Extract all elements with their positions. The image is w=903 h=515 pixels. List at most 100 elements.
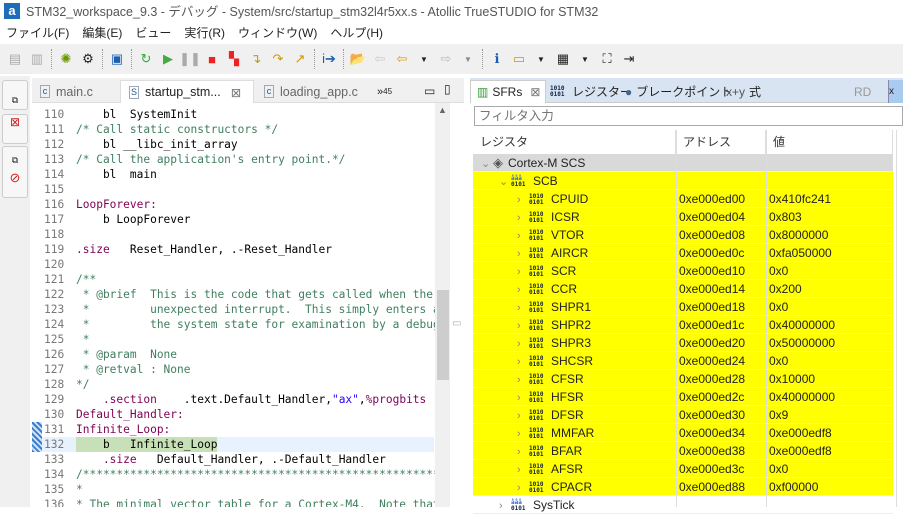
chevron-right-icon[interactable]: ›	[517, 227, 529, 245]
tab-other[interactable]: x	[888, 80, 903, 103]
save-icon[interactable]: ▤	[6, 50, 24, 68]
chevron-right-icon[interactable]: ›	[517, 281, 529, 299]
menu-item[interactable]: ウィンドウ(W)	[232, 24, 324, 41]
chevron-right-icon[interactable]: ›	[517, 407, 529, 425]
table-icon[interactable]: ▦	[554, 50, 572, 68]
instruction-step-icon[interactable]: i➔	[320, 50, 338, 68]
restore-icon[interactable]: ⧉	[3, 155, 27, 166]
close-icon[interactable]: ⊠	[231, 85, 241, 100]
step-return-icon[interactable]: ↗	[291, 50, 309, 68]
tree-row-register[interactable]: › 1010 0101 AFSR 0xe000ed3c 0x0	[473, 460, 893, 478]
filter-input[interactable]	[474, 106, 903, 126]
chevron-right-icon[interactable]: ›	[517, 389, 529, 407]
tree-row-group[interactable]: ⌄ ◈ Cortex-M SCS	[473, 154, 893, 172]
tab-startup-stm[interactable]: S startup_stm... ⊠	[120, 80, 254, 103]
editor-scroll-thumb[interactable]	[437, 290, 449, 380]
tab-registers[interactable]: 1010 0101 レジスター	[550, 80, 632, 103]
tree-row-subgroup[interactable]: ⌄ ååå 0101 SCB	[473, 172, 893, 190]
tree-row-register[interactable]: › 1010 0101 SHPR1 0xe000ed18 0x0	[473, 298, 893, 316]
tab-expressions[interactable]: x+y 式	[726, 80, 761, 103]
fault-analyzer-icon[interactable]: ⊘	[3, 170, 27, 186]
tree-row-register[interactable]: › 1010 0101 VTOR 0xe000ed08 0x8000000	[473, 226, 893, 244]
window-icon[interactable]: ▭	[510, 50, 528, 68]
chevron-down-icon[interactable]: ▼	[532, 50, 550, 68]
chevron-right-icon[interactable]: ›	[517, 335, 529, 353]
forward-icon[interactable]: ⇨	[437, 50, 455, 68]
chevron-down-icon[interactable]: ⌄	[481, 155, 493, 173]
chevron-down-icon[interactable]: ▼	[415, 50, 433, 68]
tab-loading-app-c[interactable]: c loading_app.c	[256, 80, 376, 103]
chevron-right-icon[interactable]: ›	[517, 461, 529, 479]
tab-rd[interactable]: RD	[854, 80, 871, 103]
tab-sfrs[interactable]: ▥ SFRs ⊠	[470, 80, 546, 103]
chevron-right-icon[interactable]: ›	[499, 497, 511, 515]
chevron-right-icon[interactable]: ›	[517, 245, 529, 263]
save-all-icon[interactable]: ▥	[28, 50, 46, 68]
chevron-right-icon[interactable]: ›	[517, 209, 529, 227]
tree-row-subgroup[interactable]: › ååå 0101 SysTick	[473, 496, 893, 514]
debug-icon[interactable]: ✺	[57, 50, 75, 68]
chevron-down-icon[interactable]: ▼	[459, 50, 477, 68]
back-disabled-icon[interactable]: ⇦	[371, 50, 389, 68]
chevron-right-icon[interactable]: ›	[517, 191, 529, 209]
tree-row-register[interactable]: › 1010 0101 CCR 0xe000ed14 0x200	[473, 280, 893, 298]
chevron-right-icon[interactable]: ›	[517, 353, 529, 371]
terminate-relaunch-icon[interactable]: ▚	[225, 50, 243, 68]
tree-row-register[interactable]: › 1010 0101 HFSR 0xe000ed2c 0x40000000	[473, 388, 893, 406]
maximize-icon[interactable]: ▯	[444, 82, 451, 96]
minimize-icon[interactable]: ▭	[424, 84, 435, 98]
tree-row-register[interactable]: › 1010 0101 ICSR 0xe000ed04 0x803	[473, 208, 893, 226]
tree-row-register[interactable]: › 1010 0101 SHPR3 0xe000ed20 0x50000000	[473, 334, 893, 352]
tree-row-register[interactable]: › 1010 0101 SHPR2 0xe000ed1c 0x40000000	[473, 316, 893, 334]
chevron-right-icon[interactable]: ›	[517, 263, 529, 281]
menu-item[interactable]: ヘルプ(H)	[324, 24, 390, 41]
tree-row-register[interactable]: › 1010 0101 DFSR 0xe000ed30 0x9	[473, 406, 893, 424]
chevron-right-icon[interactable]: ›	[517, 299, 529, 317]
more-tabs-button[interactable]: » 45	[377, 80, 401, 103]
chevron-down-icon[interactable]: ⌄	[499, 173, 511, 191]
open-folder-icon[interactable]: 📂	[349, 50, 367, 68]
tree-row-register[interactable]: › 1010 0101 SCR 0xe000ed10 0x0	[473, 262, 893, 280]
problems-icon[interactable]: ⊠	[3, 115, 27, 129]
tree-row-register[interactable]: › 1010 0101 CPACR 0xe000ed88 0xf00000	[473, 478, 893, 496]
chevron-down-icon[interactable]: ▼	[576, 50, 594, 68]
menu-item[interactable]: ファイル(F)	[0, 24, 76, 41]
resume-icon[interactable]: ▶	[159, 50, 177, 68]
close-icon[interactable]: ⊠	[530, 85, 540, 99]
tree-row-register[interactable]: › 1010 0101 MMFAR 0xe000ed34 0xe000edf8	[473, 424, 893, 442]
terminal-icon[interactable]: ▣	[108, 50, 126, 68]
code-token: .size	[76, 243, 110, 256]
menu-item[interactable]: 実行(R)	[178, 24, 232, 41]
scroll-up-icon[interactable]: ▲	[435, 105, 450, 115]
suspend-icon[interactable]: ❚❚	[179, 50, 201, 68]
column-header-register[interactable]: レジスタ	[473, 130, 676, 155]
sash-handle[interactable]: ▭	[452, 318, 461, 329]
restore-icon[interactable]: ⧉	[3, 95, 27, 106]
step-into-icon[interactable]: ↴	[247, 50, 265, 68]
exit-icon[interactable]: ⇥	[620, 50, 638, 68]
terminate-icon[interactable]: ■	[203, 50, 221, 68]
chevron-right-icon[interactable]: ›	[517, 317, 529, 335]
chevron-right-icon[interactable]: ›	[517, 443, 529, 461]
tree-row-register[interactable]: › 1010 0101 CFSR 0xe000ed28 0x10000	[473, 370, 893, 388]
back-icon[interactable]: ⇦	[393, 50, 411, 68]
tree-row-register[interactable]: › 1010 0101 SHCSR 0xe000ed24 0x0	[473, 352, 893, 370]
tree-row-register[interactable]: › 1010 0101 AIRCR 0xe000ed0c 0xfa050000	[473, 244, 893, 262]
restart-icon[interactable]: ↻	[137, 50, 155, 68]
step-over-icon[interactable]: ↷	[269, 50, 287, 68]
tree-row-register[interactable]: › 1010 0101 CPUID 0xe000ed00 0x410fc241	[473, 190, 893, 208]
column-header-address[interactable]: アドレス	[676, 130, 766, 155]
chevron-right-icon[interactable]: ›	[517, 371, 529, 389]
chevron-right-icon[interactable]: ›	[517, 479, 529, 497]
info-icon[interactable]: ℹ	[488, 50, 506, 68]
tree-row-register[interactable]: › 1010 0101 BFAR 0xe000ed38 0xe000edf8	[473, 442, 893, 460]
menu-item[interactable]: ビュー	[129, 24, 178, 41]
tab-breakpoints[interactable]: ● ブレークポイント	[625, 80, 732, 103]
code-editor[interactable]: 110 bl SystemInit 111/* Call static const…	[32, 103, 450, 507]
fullscreen-icon[interactable]: ⛶	[598, 50, 616, 68]
menu-item[interactable]: 編集(E)	[76, 24, 129, 41]
build-icon[interactable]: ⚙	[79, 50, 97, 68]
chevron-right-icon[interactable]: ›	[517, 425, 529, 443]
tab-main-c[interactable]: c main.c	[32, 80, 120, 103]
column-header-value[interactable]: 値	[766, 130, 893, 155]
